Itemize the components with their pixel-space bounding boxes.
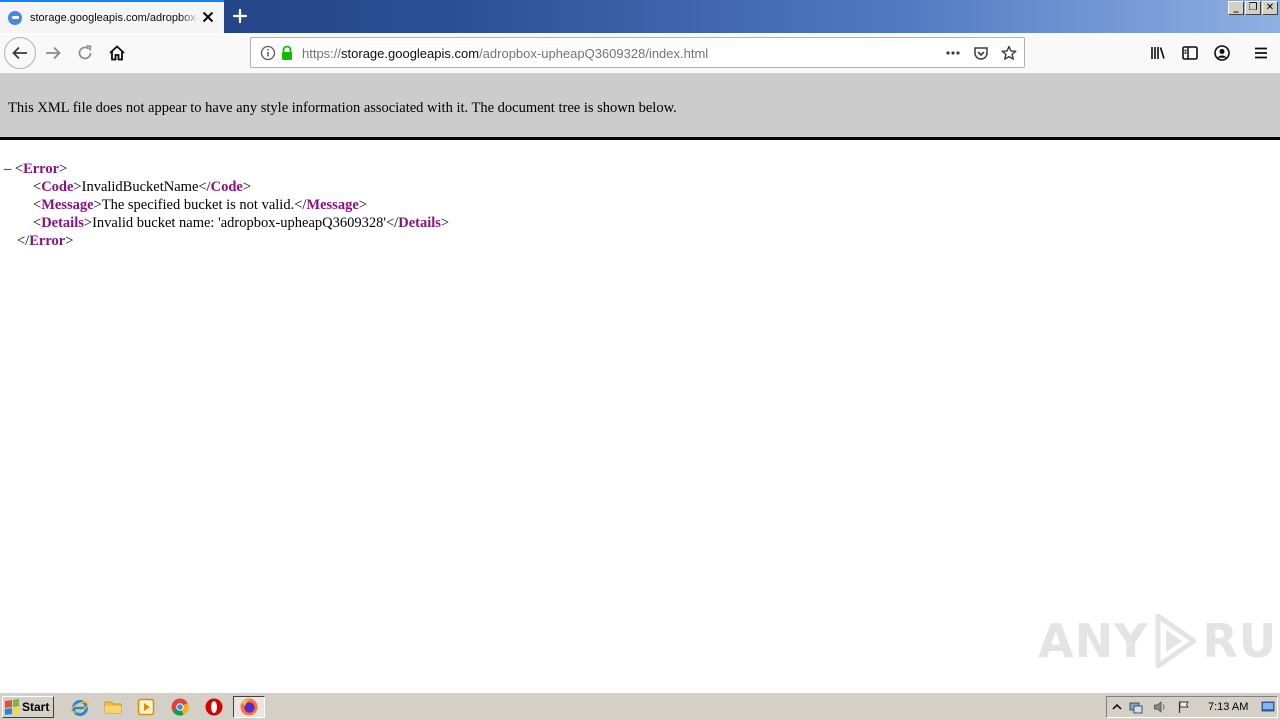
xml-message-value: The specified bucket is not valid. <box>101 197 295 213</box>
windows-flag-icon <box>5 699 19 715</box>
new-tab-plus-icon[interactable] <box>228 4 252 28</box>
watermark-right-text: RUN <box>1202 614 1280 668</box>
reload-icon <box>78 45 92 60</box>
url-bar[interactable]: https://storage.googleapis.com/adropbox-… <box>250 37 1025 68</box>
collapse-toggle[interactable]: – <box>4 161 11 177</box>
reload-button[interactable] <box>70 39 100 67</box>
browser-tab[interactable]: storage.googleapis.com/adropbox-upheapQ3… <box>0 0 224 33</box>
xml-root-close-line: </Error> <box>17 233 74 249</box>
show-desktop-icon[interactable] <box>1261 700 1275 714</box>
xml-tag-error-open: Error <box>23 161 60 177</box>
library-icon <box>1151 47 1165 59</box>
xml-root-open-line: – <Error> <box>4 161 68 177</box>
back-arrow-icon <box>12 46 27 60</box>
browser-title-bar: storage.googleapis.com/adropbox-upheapQ3… <box>0 0 1280 33</box>
anyrun-watermark: ANY RUN <box>1038 612 1280 670</box>
lock-icon[interactable] <box>279 45 295 61</box>
watermark-left-text: ANY <box>1038 614 1149 668</box>
home-icon <box>109 45 125 61</box>
network-flag-icon[interactable] <box>1177 700 1191 714</box>
xml-tag-error-close: Error <box>29 233 66 249</box>
home-button[interactable] <box>102 39 132 67</box>
forward-button[interactable] <box>38 39 68 67</box>
sidebar-button[interactable] <box>1175 39 1205 67</box>
firefox-icon <box>240 698 258 716</box>
xml-info-banner: This XML file does not appear to have an… <box>0 74 1280 140</box>
xml-tag-details-close: Details <box>398 215 441 231</box>
opera-icon[interactable] <box>204 697 224 717</box>
tab-title: storage.googleapis.com/adropbox-upheapQ3… <box>30 11 200 24</box>
xml-tag-message: Message <box>41 197 94 213</box>
url-text[interactable]: https://storage.googleapis.com/adropbox-… <box>302 46 708 61</box>
xml-details-value: Invalid bucket name: 'adropbox-upheapQ36… <box>92 215 386 231</box>
clock[interactable]: 7:13 AM <box>1208 701 1248 713</box>
window-controls: _ ❐ ✕ <box>1228 1 1278 15</box>
play-triangle-icon <box>1155 613 1197 669</box>
internet-explorer-icon[interactable] <box>70 697 90 717</box>
info-icon[interactable] <box>260 45 276 61</box>
pocket-icon[interactable] <box>973 45 989 61</box>
action-center-icon[interactable] <box>1129 700 1143 714</box>
show-hidden-icons-icon[interactable] <box>1110 700 1124 714</box>
navigation-toolbar: https://storage.googleapis.com/adropbox-… <box>0 33 1280 74</box>
close-window-button[interactable]: ✕ <box>1262 1 1278 15</box>
account-button[interactable] <box>1207 39 1237 67</box>
minimize-button[interactable]: _ <box>1228 1 1244 15</box>
start-button[interactable]: Start <box>2 696 54 718</box>
hamburger-menu-icon <box>1255 47 1267 59</box>
url-host: storage.googleapis.com <box>341 46 480 61</box>
xml-info-text: This XML file does not appear to have an… <box>8 100 677 116</box>
xml-tag-details: Details <box>41 215 84 231</box>
xml-code-value: InvalidBucketName <box>81 179 199 195</box>
xml-code-line: <Code>InvalidBucketName</Code> <box>33 179 252 195</box>
sidebar-icon <box>1182 46 1198 60</box>
xml-tag-code-close: Code <box>210 179 243 195</box>
windows-taskbar: Start 7:13 AM <box>0 692 1280 720</box>
system-tray: 7:13 AM <box>1106 696 1278 718</box>
forward-arrow-icon <box>46 46 61 60</box>
google-cloud-favicon-icon <box>8 10 22 25</box>
xml-tag-code: Code <box>41 179 74 195</box>
taskbar-firefox-button[interactable] <box>233 696 265 718</box>
file-explorer-icon[interactable] <box>103 697 123 717</box>
page-actions-menu-icon[interactable] <box>945 45 961 61</box>
close-tab-icon[interactable] <box>200 9 216 25</box>
restore-button[interactable]: ❐ <box>1245 1 1261 15</box>
back-button[interactable] <box>4 37 36 69</box>
hamburger-menu-button[interactable] <box>1246 39 1276 67</box>
bookmark-star-icon[interactable] <box>1001 45 1017 61</box>
chrome-icon[interactable] <box>170 697 190 717</box>
url-path: /adropbox-upheapQ3609328/index.html <box>479 46 709 61</box>
xml-tag-message-close: Message <box>306 197 359 213</box>
volume-icon[interactable] <box>1153 700 1167 714</box>
xml-message-line: <Message>The specified bucket is not val… <box>33 197 367 213</box>
xml-details-line: <Details>Invalid bucket name: 'adropbox-… <box>33 215 450 231</box>
url-scheme: https:// <box>302 46 342 61</box>
library-button[interactable] <box>1143 39 1173 67</box>
media-player-icon[interactable] <box>136 697 156 717</box>
account-icon <box>1214 45 1230 61</box>
start-label: Start <box>22 700 50 714</box>
